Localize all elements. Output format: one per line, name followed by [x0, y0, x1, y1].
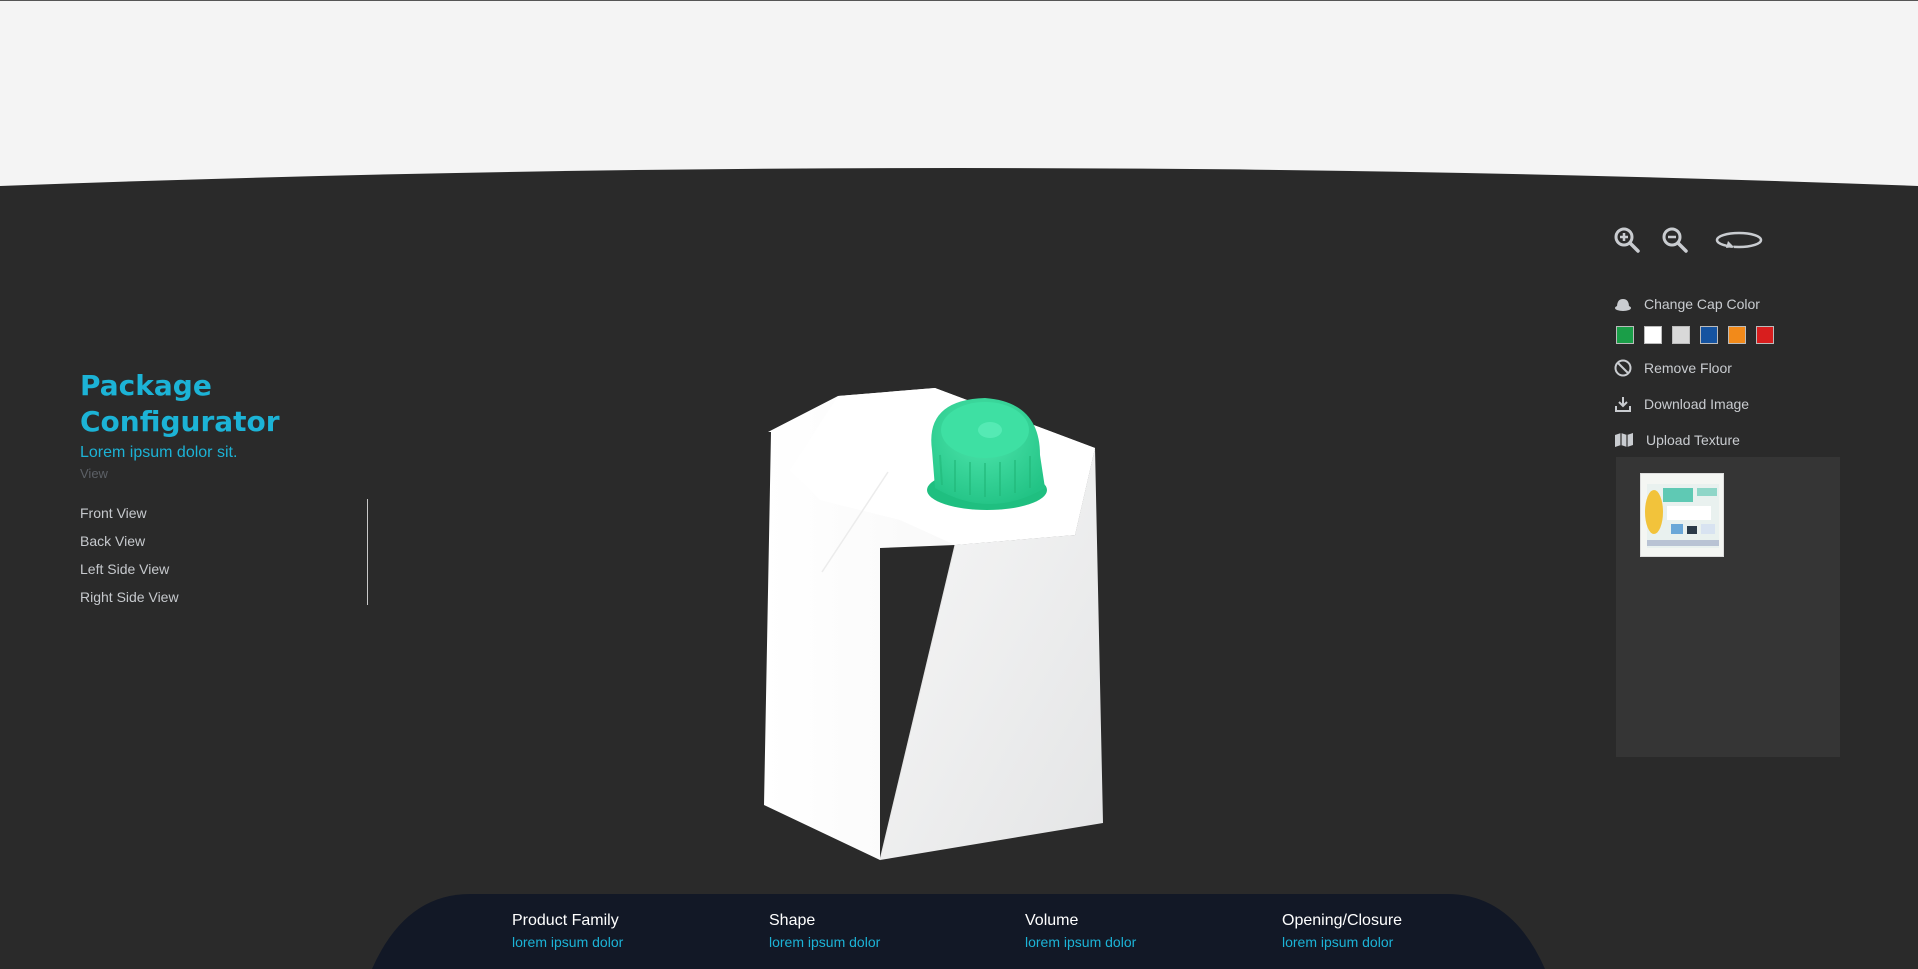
map-icon	[1615, 433, 1633, 447]
change-cap-color-button[interactable]: Change Cap Color	[1614, 286, 1844, 322]
product-info-bar: Product Family lorem ipsum dolor Shape l…	[0, 894, 1918, 969]
front-view-link[interactable]: Front View	[80, 499, 367, 527]
swatch-light-gray[interactable]	[1672, 326, 1690, 344]
view-list: Front View Back View Left Side View Righ…	[80, 499, 368, 605]
right-side-view-link[interactable]: Right Side View	[80, 583, 367, 611]
info-volume: Volume lorem ipsum dolor	[1025, 912, 1136, 950]
info-opening-closure: Opening/Closure lorem ipsum dolor	[1282, 912, 1402, 950]
swatch-white[interactable]	[1644, 326, 1662, 344]
cap-icon	[1615, 299, 1631, 311]
swatch-blue[interactable]	[1700, 326, 1718, 344]
info-value: lorem ipsum dolor	[1282, 934, 1394, 950]
info-value: lorem ipsum dolor	[1025, 934, 1137, 950]
change-cap-color-label: Change Cap Color	[1644, 296, 1760, 312]
info-shape: Shape lorem ipsum dolor	[769, 912, 880, 950]
rotate-icon	[1715, 231, 1763, 249]
zoom-controls	[1614, 224, 1844, 256]
page-subtitle: Lorem ipsum dolor sit.	[80, 444, 238, 461]
rotate-button[interactable]	[1714, 224, 1774, 256]
remove-floor-button[interactable]: Remove Floor	[1614, 350, 1844, 386]
swatch-green[interactable]	[1616, 326, 1634, 344]
swatch-orange[interactable]	[1728, 326, 1746, 344]
prohibited-icon	[1614, 359, 1632, 377]
info-label: Opening/Closure	[1282, 912, 1403, 929]
back-view-link[interactable]: Back View	[80, 527, 367, 555]
page-title: Package Configurator	[80, 369, 280, 438]
texture-thumbnail[interactable]	[1640, 473, 1724, 557]
view-section-label: View	[80, 466, 108, 481]
cap-color-swatches	[1616, 326, 1844, 344]
remove-floor-label: Remove Floor	[1644, 360, 1732, 376]
upload-texture-button[interactable]: Upload Texture	[1614, 422, 1844, 458]
upload-texture-label: Upload Texture	[1646, 432, 1740, 448]
download-image-label: Download Image	[1644, 396, 1750, 412]
info-label: Product Family	[512, 912, 619, 929]
zoom-in-button[interactable]	[1614, 224, 1662, 256]
texture-panel	[1616, 457, 1840, 757]
info-product-family: Product Family lorem ipsum dolor	[512, 912, 623, 950]
texture-preview-image	[1641, 474, 1723, 556]
left-side-view-link[interactable]: Left Side View	[80, 555, 367, 583]
right-toolbar: Change Cap Color Remove Floor Download I…	[1614, 224, 1844, 458]
zoom-in-icon	[1614, 227, 1640, 253]
download-image-button[interactable]: Download Image	[1614, 386, 1844, 422]
info-label: Shape	[769, 912, 816, 929]
left-panel: Package Configurator Lorem ipsum dolor s…	[80, 368, 380, 605]
info-value: lorem ipsum dolor	[769, 934, 881, 950]
info-label: Volume	[1025, 912, 1079, 929]
info-value: lorem ipsum dolor	[512, 934, 624, 950]
zoom-out-icon	[1662, 227, 1688, 253]
download-icon	[1615, 397, 1631, 412]
swatch-red[interactable]	[1756, 326, 1774, 344]
zoom-out-button[interactable]	[1662, 224, 1710, 256]
